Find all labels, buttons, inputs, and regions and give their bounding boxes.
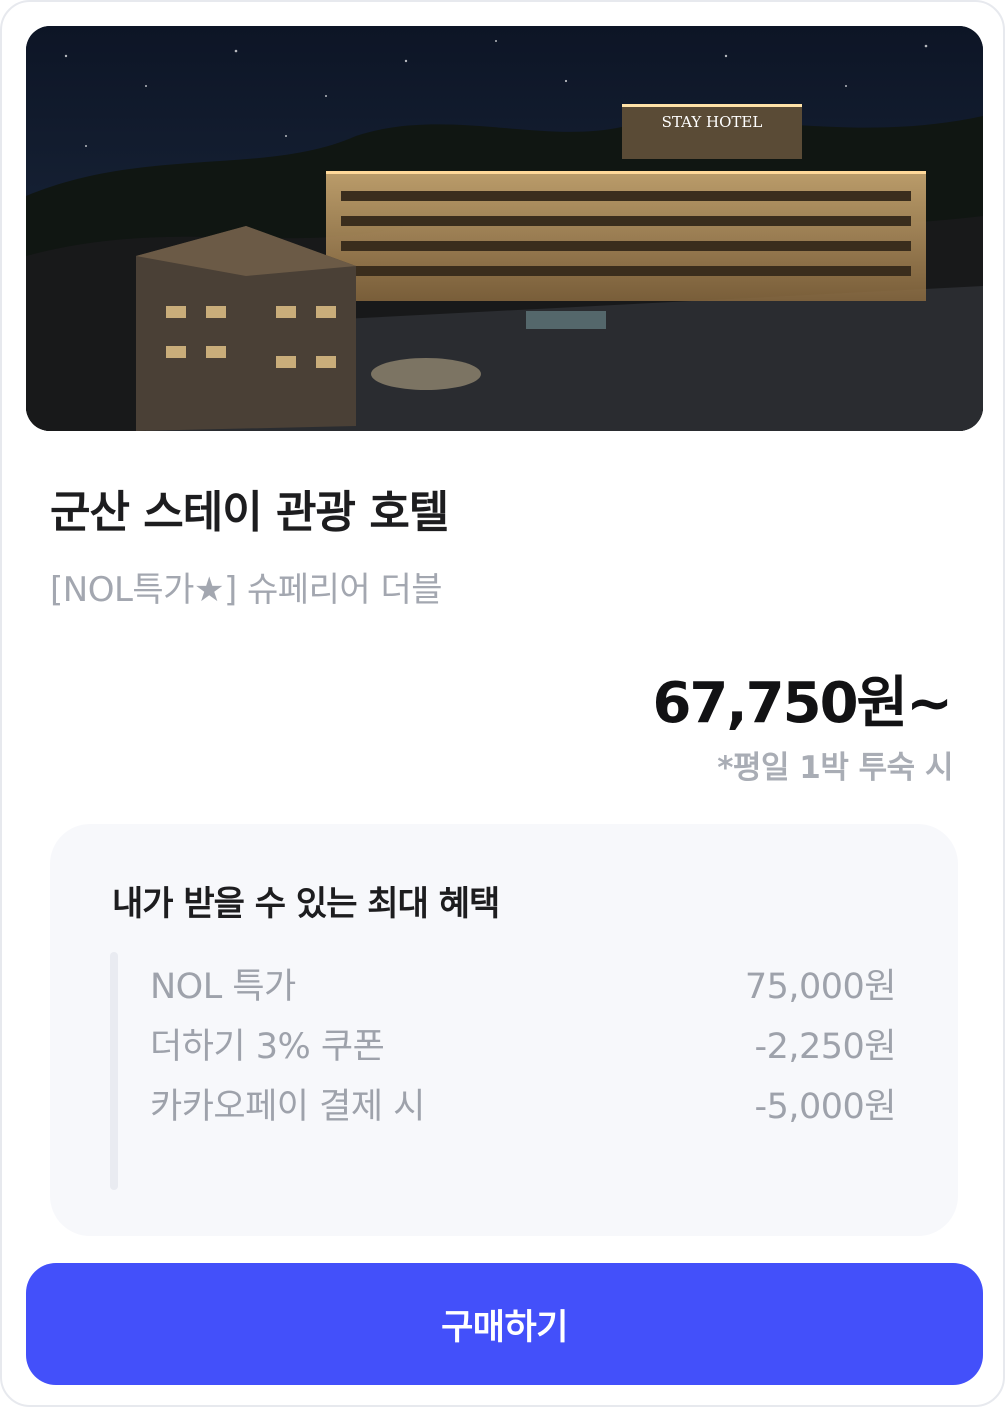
benefit-divider [110,952,118,1190]
hotel-name: 군산 스테이 관광 호텔 [50,487,449,538]
buy-button[interactable]: 구매하기 [26,1263,983,1385]
benefit-row: 더하기 3% 쿠폰 -2,250원 [150,1018,896,1069]
benefit-value: -5,000원 [754,1087,896,1127]
benefit-value: 75,000원 [744,967,897,1007]
benefit-box: 내가 받을 수 있는 최대 혜택 NOL 특가 75,000원 더하기 3% 쿠… [50,824,958,1236]
price-note: *평일 1박 투숙 시 [717,750,953,786]
benefit-title: 내가 받을 수 있는 최대 혜택 [112,884,500,924]
benefit-value: -2,250원 [754,1027,896,1067]
benefit-label: 카카오페이 결제 시 [150,1087,425,1127]
benefit-row: 카카오페이 결제 시 -5,000원 [150,1078,896,1129]
benefit-label: 더하기 3% 쿠폰 [150,1027,385,1067]
price: 67,750원~ [652,671,953,736]
hotel-photo: STAY HOTEL [26,26,983,431]
room-type: [NOL특가★] 슈페리어 더블 [50,570,443,610]
hotel-sign-text: STAY HOTEL [662,113,763,131]
benefit-label: NOL 특가 [150,967,296,1007]
benefit-row: NOL 특가 75,000원 [150,958,897,1009]
hotel-offer-card: STAY HOTEL 군산 스테이 관광 호텔 [NOL특가★] 슈페리어 더블… [0,0,1005,1407]
